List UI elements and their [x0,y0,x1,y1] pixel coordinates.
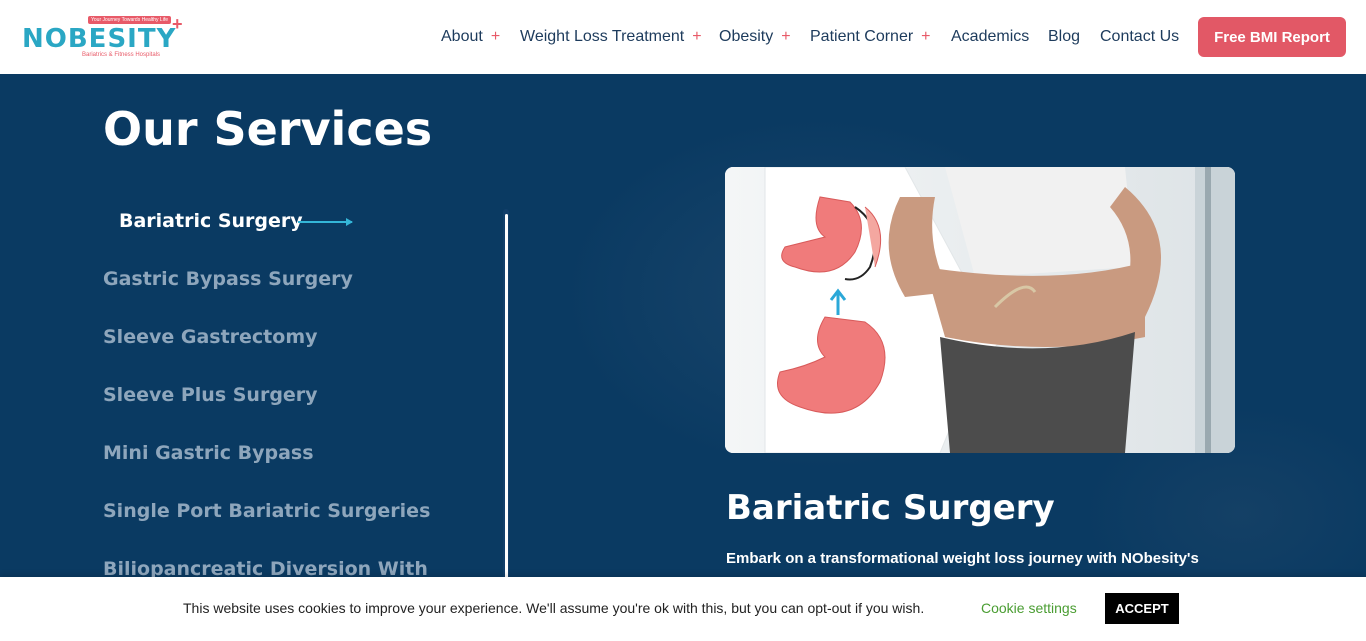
service-tab-sleeve-gastrectomy[interactable]: Sleeve Gastrectomy [103,326,318,348]
arrow-right-icon [298,218,353,226]
plus-icon: + [490,28,501,45]
nav-label: Contact Us [1100,28,1180,45]
logo-wordmark: NOBESITY [22,24,177,54]
nav-item-weight-loss-treatment[interactable]: Weight Loss Treatment + [520,26,702,48]
service-tab-sleeve-plus[interactable]: Sleeve Plus Surgery [103,384,318,406]
service-tab-gastric-bypass[interactable]: Gastric Bypass Surgery [103,268,353,290]
service-tab-biliopancreatic-diversion[interactable]: Biliopancreatic Diversion With [103,558,428,577]
nav-label: Obesity [719,28,774,45]
cookie-consent-bar: This website uses cookies to improve you… [0,577,1366,641]
nav-label: Patient Corner [810,28,914,45]
nav-label: Blog [1048,28,1081,45]
selected-service-description: Embark on a transformational weight loss… [726,550,1199,567]
site-header: Your Journey Towards Healthy Life NOBESI… [0,0,1366,74]
nav-item-about[interactable]: About + [441,26,500,48]
logo-tagline: Your Journey Towards Healthy Life [88,16,171,24]
logo-plus-icon: + [172,14,183,34]
nav-item-contact-us[interactable]: Contact Us [1100,26,1179,48]
service-tab-mini-gastric-bypass[interactable]: Mini Gastric Bypass [103,442,314,464]
nav-label: Weight Loss Treatment [520,28,685,45]
nav-label: Academics [951,28,1030,45]
nav-item-patient-corner[interactable]: Patient Corner + [810,26,931,48]
accept-cookies-button[interactable]: ACCEPT [1105,593,1179,624]
selected-service-title: Bariatric Surgery [726,488,1055,528]
free-bmi-report-button[interactable]: Free BMI Report [1198,17,1346,57]
nav-label: About [441,28,483,45]
service-image [725,167,1235,453]
nav-item-blog[interactable]: Blog [1048,26,1080,48]
logo[interactable]: Your Journey Towards Healthy Life NOBESI… [22,14,192,62]
nav-item-academics[interactable]: Academics [951,26,1029,48]
logo-subtitle: Bariatrics & Fitness Hospitals [82,52,161,58]
cookie-message: This website uses cookies to improve you… [183,600,925,616]
section-title: Our Services [103,102,433,156]
services-section: Our Services Bariatric Surgery Gastric B… [0,74,1366,577]
plus-icon: + [921,28,931,45]
plus-icon: + [781,28,791,45]
service-tab-bariatric-surgery[interactable]: Bariatric Surgery [119,210,303,232]
plus-icon: + [692,28,702,45]
nav-item-obesity[interactable]: Obesity + [719,26,791,48]
service-tab-single-port[interactable]: Single Port Bariatric Surgeries [103,500,430,522]
scrollbar-thumb[interactable] [505,214,508,577]
cookie-settings-link[interactable]: Cookie settings [981,600,1077,616]
